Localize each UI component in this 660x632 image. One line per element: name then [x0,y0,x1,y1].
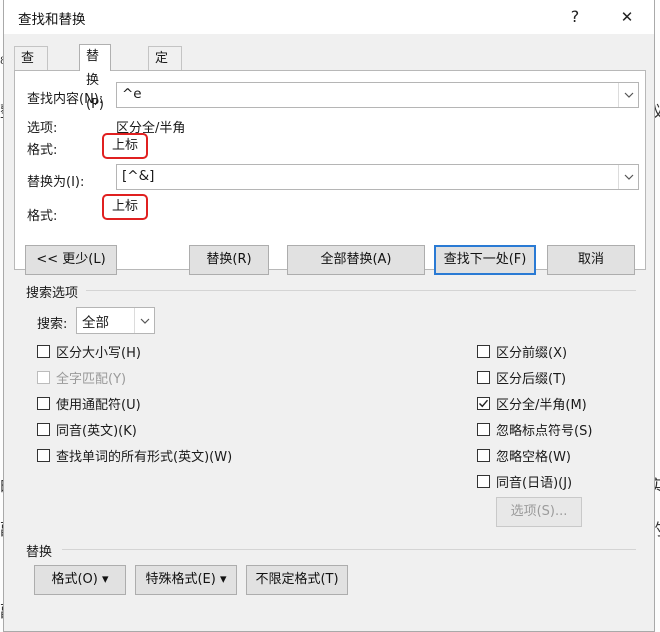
replace-section-heading: 替换 [26,545,53,560]
all-word-forms-checkbox[interactable]: 查找单词的所有形式(英文)(W) [37,446,233,465]
search-options-heading: 搜索选项 [26,286,79,301]
match-prefix-checkbox[interactable]: 区分前缀(X) [477,342,568,361]
checkbox-icon[interactable] [477,422,490,436]
search-direction-label: 搜索: [37,317,68,332]
find-what-combobox[interactable]: ^e [116,82,639,108]
ignore-whitespace-checkbox[interactable]: 忽略空格(W) [477,446,571,465]
chevron-down-icon[interactable] [618,165,638,189]
replace-with-value: [^&] [122,168,155,184]
find-format-value: 上标 [102,133,149,159]
checkbox-icon[interactable] [477,474,490,488]
checkbox-icon[interactable] [37,396,50,410]
chevron-down-icon[interactable] [618,83,638,107]
find-format-label: 格式: [27,143,58,158]
checkbox-label: 查找单词的所有形式(英文)(W) [56,449,233,465]
close-button[interactable]: ✕ [608,4,646,30]
match-width-checkbox[interactable]: 区分全/半角(M) [477,394,587,413]
dialog-title: 查找和替换 [18,12,86,28]
search-direction-select[interactable]: 全部 [76,307,155,334]
chevron-down-icon[interactable] [134,308,154,333]
checkmark-icon[interactable] [477,396,490,410]
checkbox-label: 区分全/半角(M) [496,397,587,413]
less-button[interactable]: << 更少(L) [25,245,117,275]
sounds-like-japanese-checkbox[interactable]: 同音(日语)(J) [477,472,573,491]
tab-replace[interactable]: 替换(P) [79,44,111,112]
checkbox-label: 全字匹配(Y) [56,371,127,387]
no-formatting-button[interactable]: 不限定格式(T) [246,565,348,595]
replace-with-combobox[interactable]: [^&] [116,164,639,190]
options-label: 选项: [27,121,58,136]
checkbox-icon[interactable] [477,370,490,384]
sounds-like-english-checkbox[interactable]: 同音(英文)(K) [37,420,137,439]
cancel-button[interactable]: 取消 [547,245,635,275]
replace-format-value: 上标 [102,194,149,220]
checkbox-icon [37,370,50,384]
replace-format-label: 格式: [27,209,58,224]
checkbox-icon[interactable] [37,422,50,436]
whole-word-checkbox: 全字匹配(Y) [37,368,127,387]
checkbox-label: 区分大小写(H) [56,345,141,361]
options-button: 选项(S)... [496,497,582,527]
checkbox-icon[interactable] [477,344,490,358]
checkbox-icon[interactable] [37,448,50,462]
divider [62,549,636,550]
checkbox-label: 忽略标点符号(S) [496,423,593,439]
wildcards-checkbox[interactable]: 使用通配符(U) [37,394,141,413]
match-case-checkbox[interactable]: 区分大小写(H) [37,342,141,361]
ignore-punctuation-checkbox[interactable]: 忽略标点符号(S) [477,420,593,439]
replace-button[interactable]: 替换(R) [189,245,269,275]
replace-all-button[interactable]: 全部替换(A) [287,245,425,275]
tab-goto[interactable]: 定位(G) [148,46,183,114]
match-suffix-checkbox[interactable]: 区分后缀(T) [477,368,567,387]
checkbox-label: 区分后缀(T) [496,371,567,387]
find-what-value: ^e [122,86,142,102]
find-next-button[interactable]: 查找下一处(F) [434,245,536,275]
find-replace-dialog: 查找和替换 ? ✕ 查找(D) 替换(P) 定位(G) 查找内容(N): ^e … [3,0,655,632]
checkbox-label: 同音(英文)(K) [56,423,137,439]
title-bar[interactable]: 查找和替换 ? ✕ [4,0,654,34]
checkbox-label: 区分前缀(X) [496,345,568,361]
checkbox-label: 同音(日语)(J) [496,475,573,491]
divider [86,290,636,291]
help-button[interactable]: ? [556,4,594,30]
special-menu-button[interactable]: 特殊格式(E) ▾ [135,565,237,595]
replace-tab-panel: 查找内容(N): ^e 选项: 区分全/半角 格式: 上标 替换为(I): [^… [14,70,646,270]
checkbox-icon[interactable] [477,448,490,462]
search-direction-value: 全部 [82,315,109,331]
replace-with-label: 替换为(I): [27,175,85,190]
tab-find[interactable]: 查找(D) [14,46,49,114]
checkbox-label: 使用通配符(U) [56,397,141,413]
checkbox-label: 忽略空格(W) [496,449,571,465]
checkbox-icon[interactable] [37,344,50,358]
format-menu-button[interactable]: 格式(O) ▾ [34,565,126,595]
